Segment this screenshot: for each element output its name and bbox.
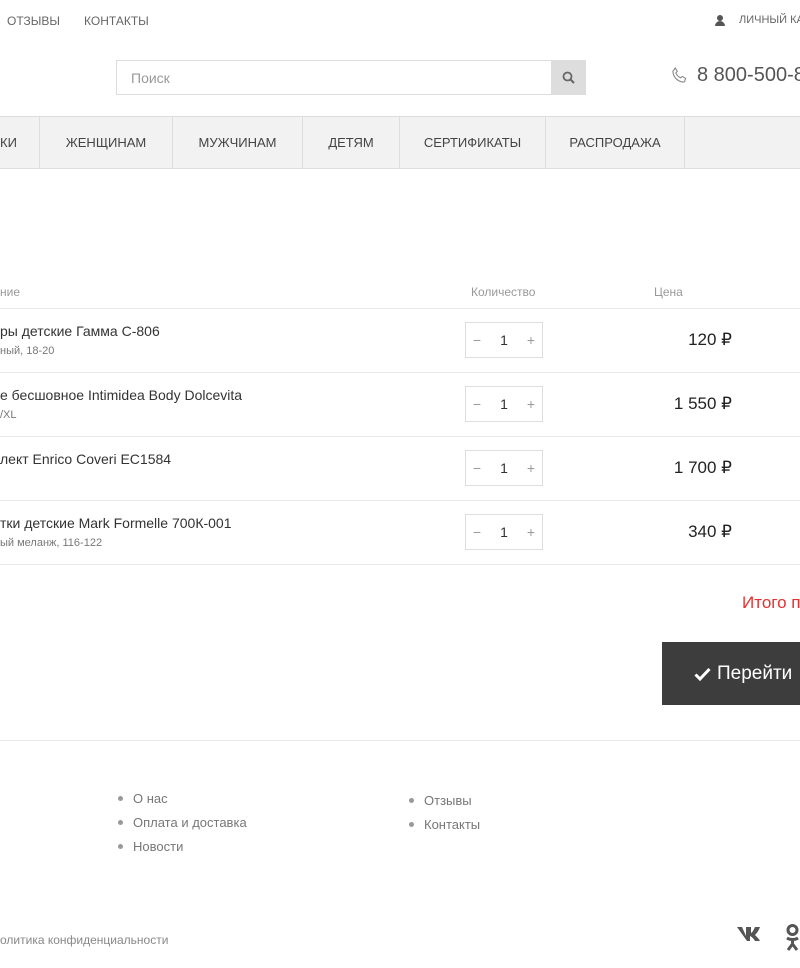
col-header-quantity: Количество xyxy=(471,285,536,299)
nav-item-sale[interactable]: РАСПРОДАЖА xyxy=(546,117,685,168)
search-icon xyxy=(562,71,575,84)
quantity-stepper: − 1 + xyxy=(465,322,543,358)
cart-item-variant: ный, 18-20 xyxy=(0,345,55,357)
quantity-stepper: − 1 + xyxy=(465,450,543,486)
quantity-value[interactable]: 1 xyxy=(488,396,520,412)
quantity-value[interactable]: 1 xyxy=(488,460,520,476)
top-links: ОТЗЫВЫ КОНТАКТЫ xyxy=(7,14,149,28)
footer-link-payment-delivery[interactable]: Оплата и доставка xyxy=(118,810,247,834)
footer-link-contacts[interactable]: Контакты xyxy=(409,812,480,836)
decrement-button[interactable]: − xyxy=(466,387,488,421)
row-divider xyxy=(0,372,800,373)
odnoklassniki-icon[interactable] xyxy=(785,924,800,957)
cart-item-name[interactable]: тки детские Mark Formelle 700К-001 xyxy=(0,515,232,531)
quantity-value[interactable]: 1 xyxy=(488,524,520,540)
cart-item-variant: /XL xyxy=(0,409,17,421)
cart-item-name[interactable]: лект Enrico Coveri EC1584 xyxy=(0,451,171,467)
top-link-contacts[interactable]: КОНТАКТЫ xyxy=(84,14,149,28)
account-link[interactable]: ЛИЧНЫЙ КА xyxy=(715,14,800,26)
search-input[interactable] xyxy=(116,60,551,95)
cart-item-price: 1 550 ₽ xyxy=(673,394,732,413)
cart-item-price: 1 700 ₽ xyxy=(673,458,732,477)
row-divider xyxy=(0,308,800,309)
phone-number[interactable]: 8 800-500-8 xyxy=(670,64,800,87)
nav-item-certificates[interactable]: СЕРТИФИКАТЫ xyxy=(400,117,546,168)
footer-link-news[interactable]: Новости xyxy=(118,834,247,858)
decrement-button[interactable]: − xyxy=(466,515,488,549)
search-button[interactable] xyxy=(551,60,586,95)
top-link-reviews[interactable]: ОТЗЫВЫ xyxy=(7,14,60,28)
vk-icon[interactable] xyxy=(736,924,765,949)
col-header-price: Цена xyxy=(654,285,683,299)
nav-item-men[interactable]: МУЖЧИНАМ xyxy=(173,117,303,168)
search-bar xyxy=(116,60,586,95)
cart-item-name[interactable]: ры детские Гамма С-806 xyxy=(0,323,160,339)
footer-menu-1: О нас Оплата и доставка Новости xyxy=(118,786,247,858)
nav-item-women[interactable]: ЖЕНЩИНАМ xyxy=(40,117,173,168)
user-icon xyxy=(715,14,725,26)
nav-item-kids[interactable]: ДЕТЯМ xyxy=(303,117,400,168)
cart-item-price: 340 ₽ xyxy=(688,522,732,541)
account-label: ЛИЧНЫЙ КА xyxy=(739,14,800,26)
main-nav: КИ ЖЕНЩИНАМ МУЖЧИНАМ ДЕТЯМ СЕРТИФИКАТЫ Р… xyxy=(0,116,800,169)
row-divider xyxy=(0,564,800,565)
footer-link-reviews[interactable]: Отзывы xyxy=(409,788,480,812)
increment-button[interactable]: + xyxy=(520,451,542,485)
row-divider xyxy=(0,436,800,437)
increment-button[interactable]: + xyxy=(520,323,542,357)
increment-button[interactable]: + xyxy=(520,387,542,421)
total-label: Итого п xyxy=(742,593,800,612)
quantity-stepper: − 1 + xyxy=(465,514,543,550)
cart-item-price: 120 ₽ xyxy=(688,330,732,349)
cart-item-name[interactable]: е бесшовное Intimidea Body Dolcevita xyxy=(0,387,242,403)
phone-icon xyxy=(672,66,687,83)
quantity-stepper: − 1 + xyxy=(465,386,543,422)
col-header-name: ние xyxy=(0,285,21,299)
quantity-value[interactable]: 1 xyxy=(488,332,520,348)
checkout-label: Перейти xyxy=(717,662,793,684)
footer-divider xyxy=(0,740,800,741)
privacy-policy-link[interactable]: олитика конфиденциальности xyxy=(0,933,168,947)
decrement-button[interactable]: − xyxy=(466,451,488,485)
check-icon xyxy=(694,667,711,681)
increment-button[interactable]: + xyxy=(520,515,542,549)
row-divider xyxy=(0,500,800,501)
phone-text: 8 800-500-8 xyxy=(697,64,800,86)
checkout-button[interactable]: Перейти xyxy=(662,642,800,705)
nav-item-partial[interactable]: КИ xyxy=(0,117,40,168)
cart-item-variant: ый меланж, 116-122 xyxy=(0,537,103,549)
footer-link-about[interactable]: О нас xyxy=(118,786,247,810)
decrement-button[interactable]: − xyxy=(466,323,488,357)
footer-menu-2: Отзывы Контакты xyxy=(409,788,480,836)
